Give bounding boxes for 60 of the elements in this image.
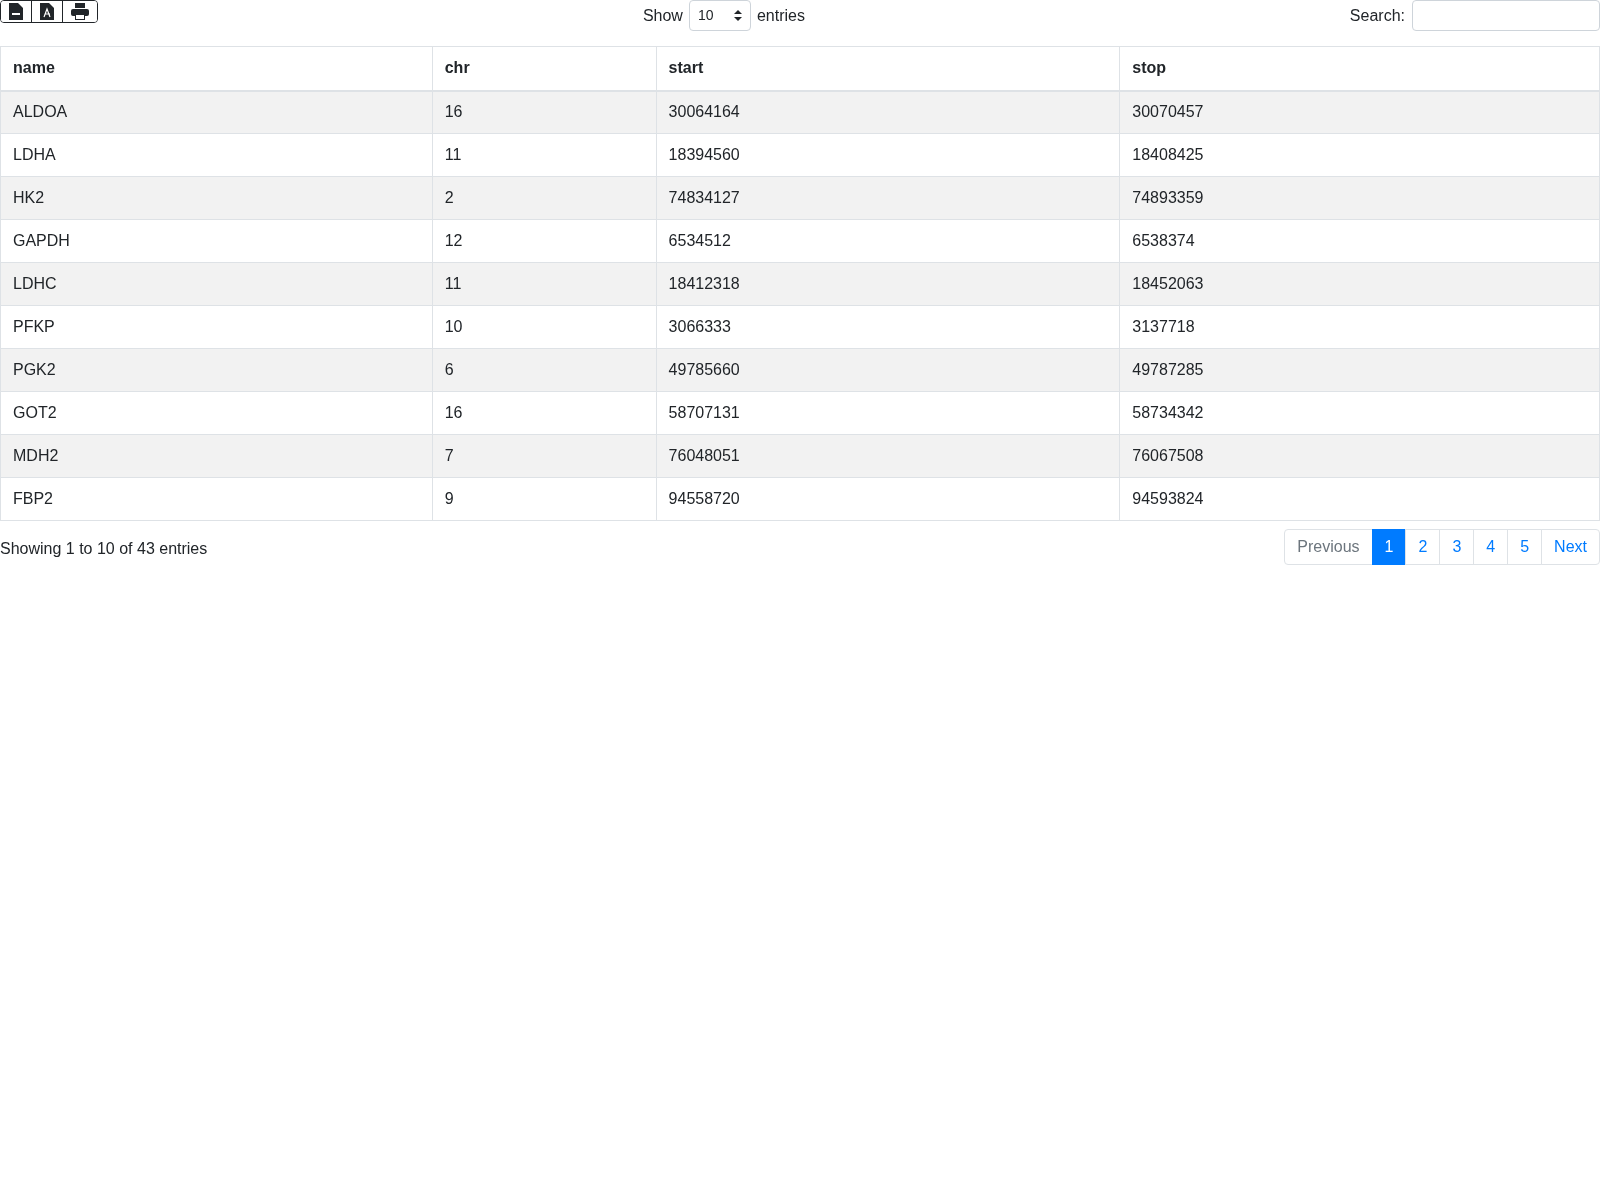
column-header[interactable]: start bbox=[656, 46, 1120, 91]
entries-label: entries bbox=[756, 5, 805, 26]
column-header[interactable]: chr bbox=[432, 46, 657, 91]
table-cell: 11 bbox=[432, 262, 657, 306]
table-cell: 49785660 bbox=[656, 348, 1120, 392]
table-cell: PFKP bbox=[0, 305, 433, 349]
page-link[interactable]: 3 bbox=[1439, 529, 1475, 565]
table-cell: GAPDH bbox=[0, 219, 433, 263]
table-cell: MDH2 bbox=[0, 434, 433, 478]
table-cell: 7 bbox=[432, 434, 657, 478]
table-cell: 12 bbox=[432, 219, 657, 263]
table-cell: LDHA bbox=[0, 133, 433, 177]
table-cell: 16 bbox=[432, 391, 657, 435]
table-info: Showing 1 to 10 of 43 entries bbox=[0, 539, 208, 559]
table-cell: 74834127 bbox=[656, 176, 1120, 220]
table-cell: 16 bbox=[432, 90, 657, 134]
table-cell: 9 bbox=[432, 477, 657, 521]
table-cell: 58734342 bbox=[1119, 391, 1600, 435]
table-cell: 11 bbox=[432, 133, 657, 177]
table-cell: ALDOA bbox=[0, 90, 433, 134]
printer-icon bbox=[71, 3, 89, 20]
table-cell: 94558720 bbox=[656, 477, 1120, 521]
page-link[interactable]: 4 bbox=[1473, 529, 1509, 565]
table-cell: LDHC bbox=[0, 262, 433, 306]
page-link[interactable]: 5 bbox=[1507, 529, 1543, 565]
table-cell: 6538374 bbox=[1119, 219, 1600, 263]
table-cell: 49787285 bbox=[1119, 348, 1600, 392]
table-cell: 76067508 bbox=[1119, 434, 1600, 478]
table-cell: GOT2 bbox=[0, 391, 433, 435]
table-cell: PGK2 bbox=[0, 348, 433, 392]
column-header[interactable]: name bbox=[0, 46, 433, 91]
table-cell: 3137718 bbox=[1119, 305, 1600, 349]
table-cell: 2 bbox=[432, 176, 657, 220]
table-cell: 30070457 bbox=[1119, 90, 1600, 134]
table-cell: 3066333 bbox=[656, 305, 1120, 349]
table-cell: FBP2 bbox=[0, 477, 433, 521]
table-cell: 74893359 bbox=[1119, 176, 1600, 220]
column-header[interactable]: stop bbox=[1119, 46, 1600, 91]
entries-select[interactable]: 10 bbox=[688, 0, 751, 31]
table-cell: 76048051 bbox=[656, 434, 1120, 478]
table-cell: 94593824 bbox=[1119, 477, 1600, 521]
page-link[interactable]: 2 bbox=[1405, 529, 1441, 565]
table-cell: 18408425 bbox=[1119, 133, 1600, 177]
table-cell: 18452063 bbox=[1119, 262, 1600, 306]
table-cell: 18412318 bbox=[656, 262, 1120, 306]
print-export-button[interactable] bbox=[62, 1, 97, 22]
sort-caret-icon bbox=[733, 10, 742, 21]
table-cell: 10 bbox=[432, 305, 657, 349]
table-cell: 30064164 bbox=[656, 90, 1120, 134]
pdf-file-icon bbox=[40, 3, 54, 20]
file-icon bbox=[9, 3, 23, 20]
table-cell: 18394560 bbox=[656, 133, 1120, 177]
table-cell: 6 bbox=[432, 348, 657, 392]
table-cell: 58707131 bbox=[656, 391, 1120, 435]
page-link[interactable]: Next bbox=[1541, 529, 1600, 565]
table-cell: HK2 bbox=[0, 176, 433, 220]
search-field[interactable] bbox=[1412, 0, 1600, 31]
table-cell: 6534512 bbox=[656, 219, 1120, 263]
show-label: Show bbox=[642, 5, 683, 26]
search-label: Search: bbox=[1349, 5, 1405, 26]
